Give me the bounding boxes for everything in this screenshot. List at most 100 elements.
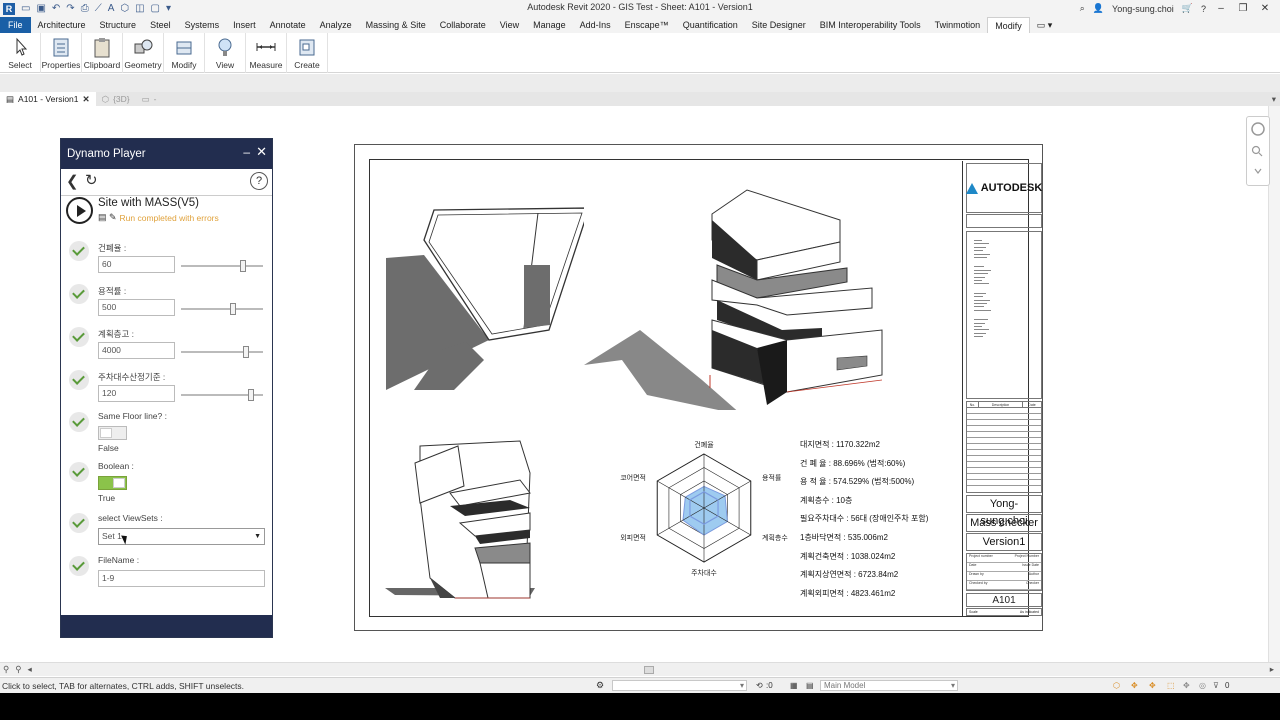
- user-name[interactable]: Yong-sung.choi: [1112, 4, 1174, 14]
- slider-knob[interactable]: [248, 389, 254, 401]
- open-icon[interactable]: ▭: [21, 0, 30, 17]
- selection-underlay-icon[interactable]: ✥: [1131, 681, 1138, 690]
- ribbon-button-view[interactable]: View: [205, 33, 246, 73]
- design-option-icon[interactable]: ▤: [806, 681, 814, 690]
- workset-dropdown[interactable]: ▾: [612, 680, 747, 691]
- scrollbar-thumb[interactable]: [644, 666, 654, 674]
- redo-icon[interactable]: ↷: [66, 0, 74, 17]
- ribbon-button-select[interactable]: Select: [0, 33, 41, 73]
- selection-pinned-icon[interactable]: ✥: [1149, 681, 1156, 690]
- ribbon-tab-2[interactable]: Structure: [93, 17, 144, 33]
- sheet-a101[interactable]: 건폐율 용적률 계획층수 주차대수 외피면적 코어면적 대지면적 : 1170.322m2…: [354, 144, 1043, 631]
- mass-3d-view[interactable]: [582, 180, 892, 410]
- filter-icon[interactable]: ⟲: [756, 681, 763, 690]
- ribbon-tab-10[interactable]: View: [493, 17, 526, 33]
- input-value-field[interactable]: 60: [98, 256, 175, 273]
- ribbon-tab-5[interactable]: Insert: [226, 17, 263, 33]
- revit-logo-icon[interactable]: R: [3, 2, 15, 15]
- ribbon-button-modify[interactable]: Modify: [164, 33, 205, 73]
- ribbon-tab-8[interactable]: Massing & Site: [359, 17, 433, 33]
- model-dropdown[interactable]: Main Model ▾: [820, 680, 958, 691]
- filename-field[interactable]: 1-9: [98, 570, 265, 587]
- ribbon-button-clipboard[interactable]: Clipboard: [82, 33, 123, 73]
- vertical-scrollbar[interactable]: [1268, 106, 1280, 662]
- ribbon-tab-12[interactable]: Add-Ins: [573, 17, 618, 33]
- background-icon[interactable]: ◎: [1199, 681, 1206, 690]
- qat-dropdown-icon[interactable]: ▾: [166, 0, 171, 17]
- slider-track[interactable]: [181, 308, 263, 310]
- ribbon-button-properties[interactable]: Properties: [41, 33, 82, 73]
- field-label: Project number: [969, 554, 993, 558]
- print-icon[interactable]: ⎙: [81, 0, 89, 17]
- slider-track[interactable]: [181, 351, 263, 353]
- slider-knob[interactable]: [243, 346, 249, 358]
- text-quick-icon[interactable]: A: [108, 0, 115, 17]
- close-icon[interactable]: ✕: [256, 144, 267, 160]
- toggle-switch[interactable]: [98, 426, 127, 440]
- input-value-field[interactable]: 120: [98, 385, 175, 402]
- doc-tab-a101[interactable]: ▤ A101 - Version1 ✕: [0, 92, 96, 106]
- measure-quick-icon[interactable]: ⟋: [95, 0, 102, 17]
- refresh-icon[interactable]: ↻: [85, 171, 98, 189]
- ribbon-tab-0[interactable]: File: [0, 17, 31, 33]
- drag-icon[interactable]: ✥: [1183, 681, 1190, 690]
- section-quick-icon[interactable]: ◫: [135, 0, 144, 17]
- scroll-right-icon[interactable]: ▸: [1270, 664, 1274, 675]
- ribbon-tab-19[interactable]: ▭ ▾: [1030, 17, 1060, 33]
- play-icon[interactable]: [66, 197, 93, 224]
- minimize-icon[interactable]: –: [243, 145, 250, 159]
- doc-tab-3d[interactable]: ⬡ {3D}: [96, 92, 136, 106]
- slider-knob[interactable]: [230, 303, 236, 315]
- steering-wheel-icon[interactable]: [1247, 117, 1269, 185]
- close-tab-icon[interactable]: ✕: [83, 94, 90, 105]
- slider-knob[interactable]: [240, 260, 246, 272]
- navigation-bar[interactable]: [1246, 116, 1270, 186]
- restore-button[interactable]: ❐: [1236, 3, 1250, 14]
- site-plan-view[interactable]: [384, 200, 584, 390]
- minimize-button[interactable]: –: [1214, 3, 1228, 14]
- help-icon[interactable]: ?: [1201, 4, 1206, 14]
- ribbon-tab-13[interactable]: Enscape™: [618, 17, 676, 33]
- ribbon-button-measure[interactable]: Measure: [246, 33, 287, 73]
- ribbon-tab-7[interactable]: Analyze: [313, 17, 359, 33]
- filter-funnel-icon[interactable]: ⊽: [1213, 681, 1219, 690]
- input-value-field[interactable]: 500: [98, 299, 175, 316]
- ribbon-tab-4[interactable]: Systems: [178, 17, 227, 33]
- ribbon-tab-9[interactable]: Collaborate: [433, 17, 493, 33]
- undo-icon[interactable]: ↶: [52, 0, 60, 17]
- slider-track[interactable]: [181, 265, 263, 267]
- ribbon-tab-15[interactable]: Site Designer: [745, 17, 813, 33]
- edit-icons[interactable]: ▤ ✎: [98, 212, 117, 223]
- input-value-field[interactable]: 4000: [98, 342, 175, 359]
- ribbon-tab-6[interactable]: Annotate: [263, 17, 313, 33]
- stat-line: 1층바닥면적 : 535.006m2: [800, 532, 888, 542]
- close-button[interactable]: ✕: [1258, 3, 1272, 14]
- cart-icon[interactable]: 🛒: [1182, 3, 1193, 14]
- ribbon-tab-18[interactable]: Modify: [987, 17, 1030, 33]
- workset-icon[interactable]: ⚙: [596, 680, 604, 691]
- ribbon-tab-3[interactable]: Steel: [143, 17, 178, 33]
- ribbon-button-geometry[interactable]: Geometry: [123, 33, 164, 73]
- doc-tab-extra[interactable]: ▭ -: [136, 92, 163, 106]
- scale-icon[interactable]: ⚲: [3, 664, 9, 675]
- ribbon-button-create[interactable]: Create: [287, 33, 328, 73]
- save-icon[interactable]: ▣: [36, 0, 45, 17]
- ribbon-tab-17[interactable]: Twinmotion: [928, 17, 988, 33]
- selection-face-icon[interactable]: ⬚: [1167, 681, 1175, 690]
- tab-overflow-icon[interactable]: ▾: [1272, 94, 1280, 105]
- layout-icon[interactable]: ▦: [790, 681, 798, 690]
- selection-links-icon[interactable]: ⬡: [1113, 681, 1120, 690]
- pin-icon[interactable]: ⚲: [15, 664, 21, 675]
- help-circle-icon[interactable]: ?: [250, 172, 268, 190]
- ribbon-tab-16[interactable]: BIM Interoperability Tools: [813, 17, 928, 33]
- back-icon[interactable]: ❮: [66, 172, 79, 190]
- ribbon-tab-11[interactable]: Manage: [526, 17, 573, 33]
- scroll-left-icon[interactable]: ◂: [27, 664, 31, 675]
- toggle-switch[interactable]: [98, 476, 127, 490]
- binoculars-icon[interactable]: ⌕: [1080, 3, 1085, 14]
- ribbon-tab-14[interactable]: Quantification: [676, 17, 745, 33]
- close-hidden-icon[interactable]: ▢: [151, 0, 160, 17]
- mass-3d-view-2[interactable]: [380, 438, 550, 603]
- 3d-view-quick-icon[interactable]: ⬡: [120, 0, 129, 17]
- ribbon-tab-1[interactable]: Architecture: [31, 17, 93, 33]
